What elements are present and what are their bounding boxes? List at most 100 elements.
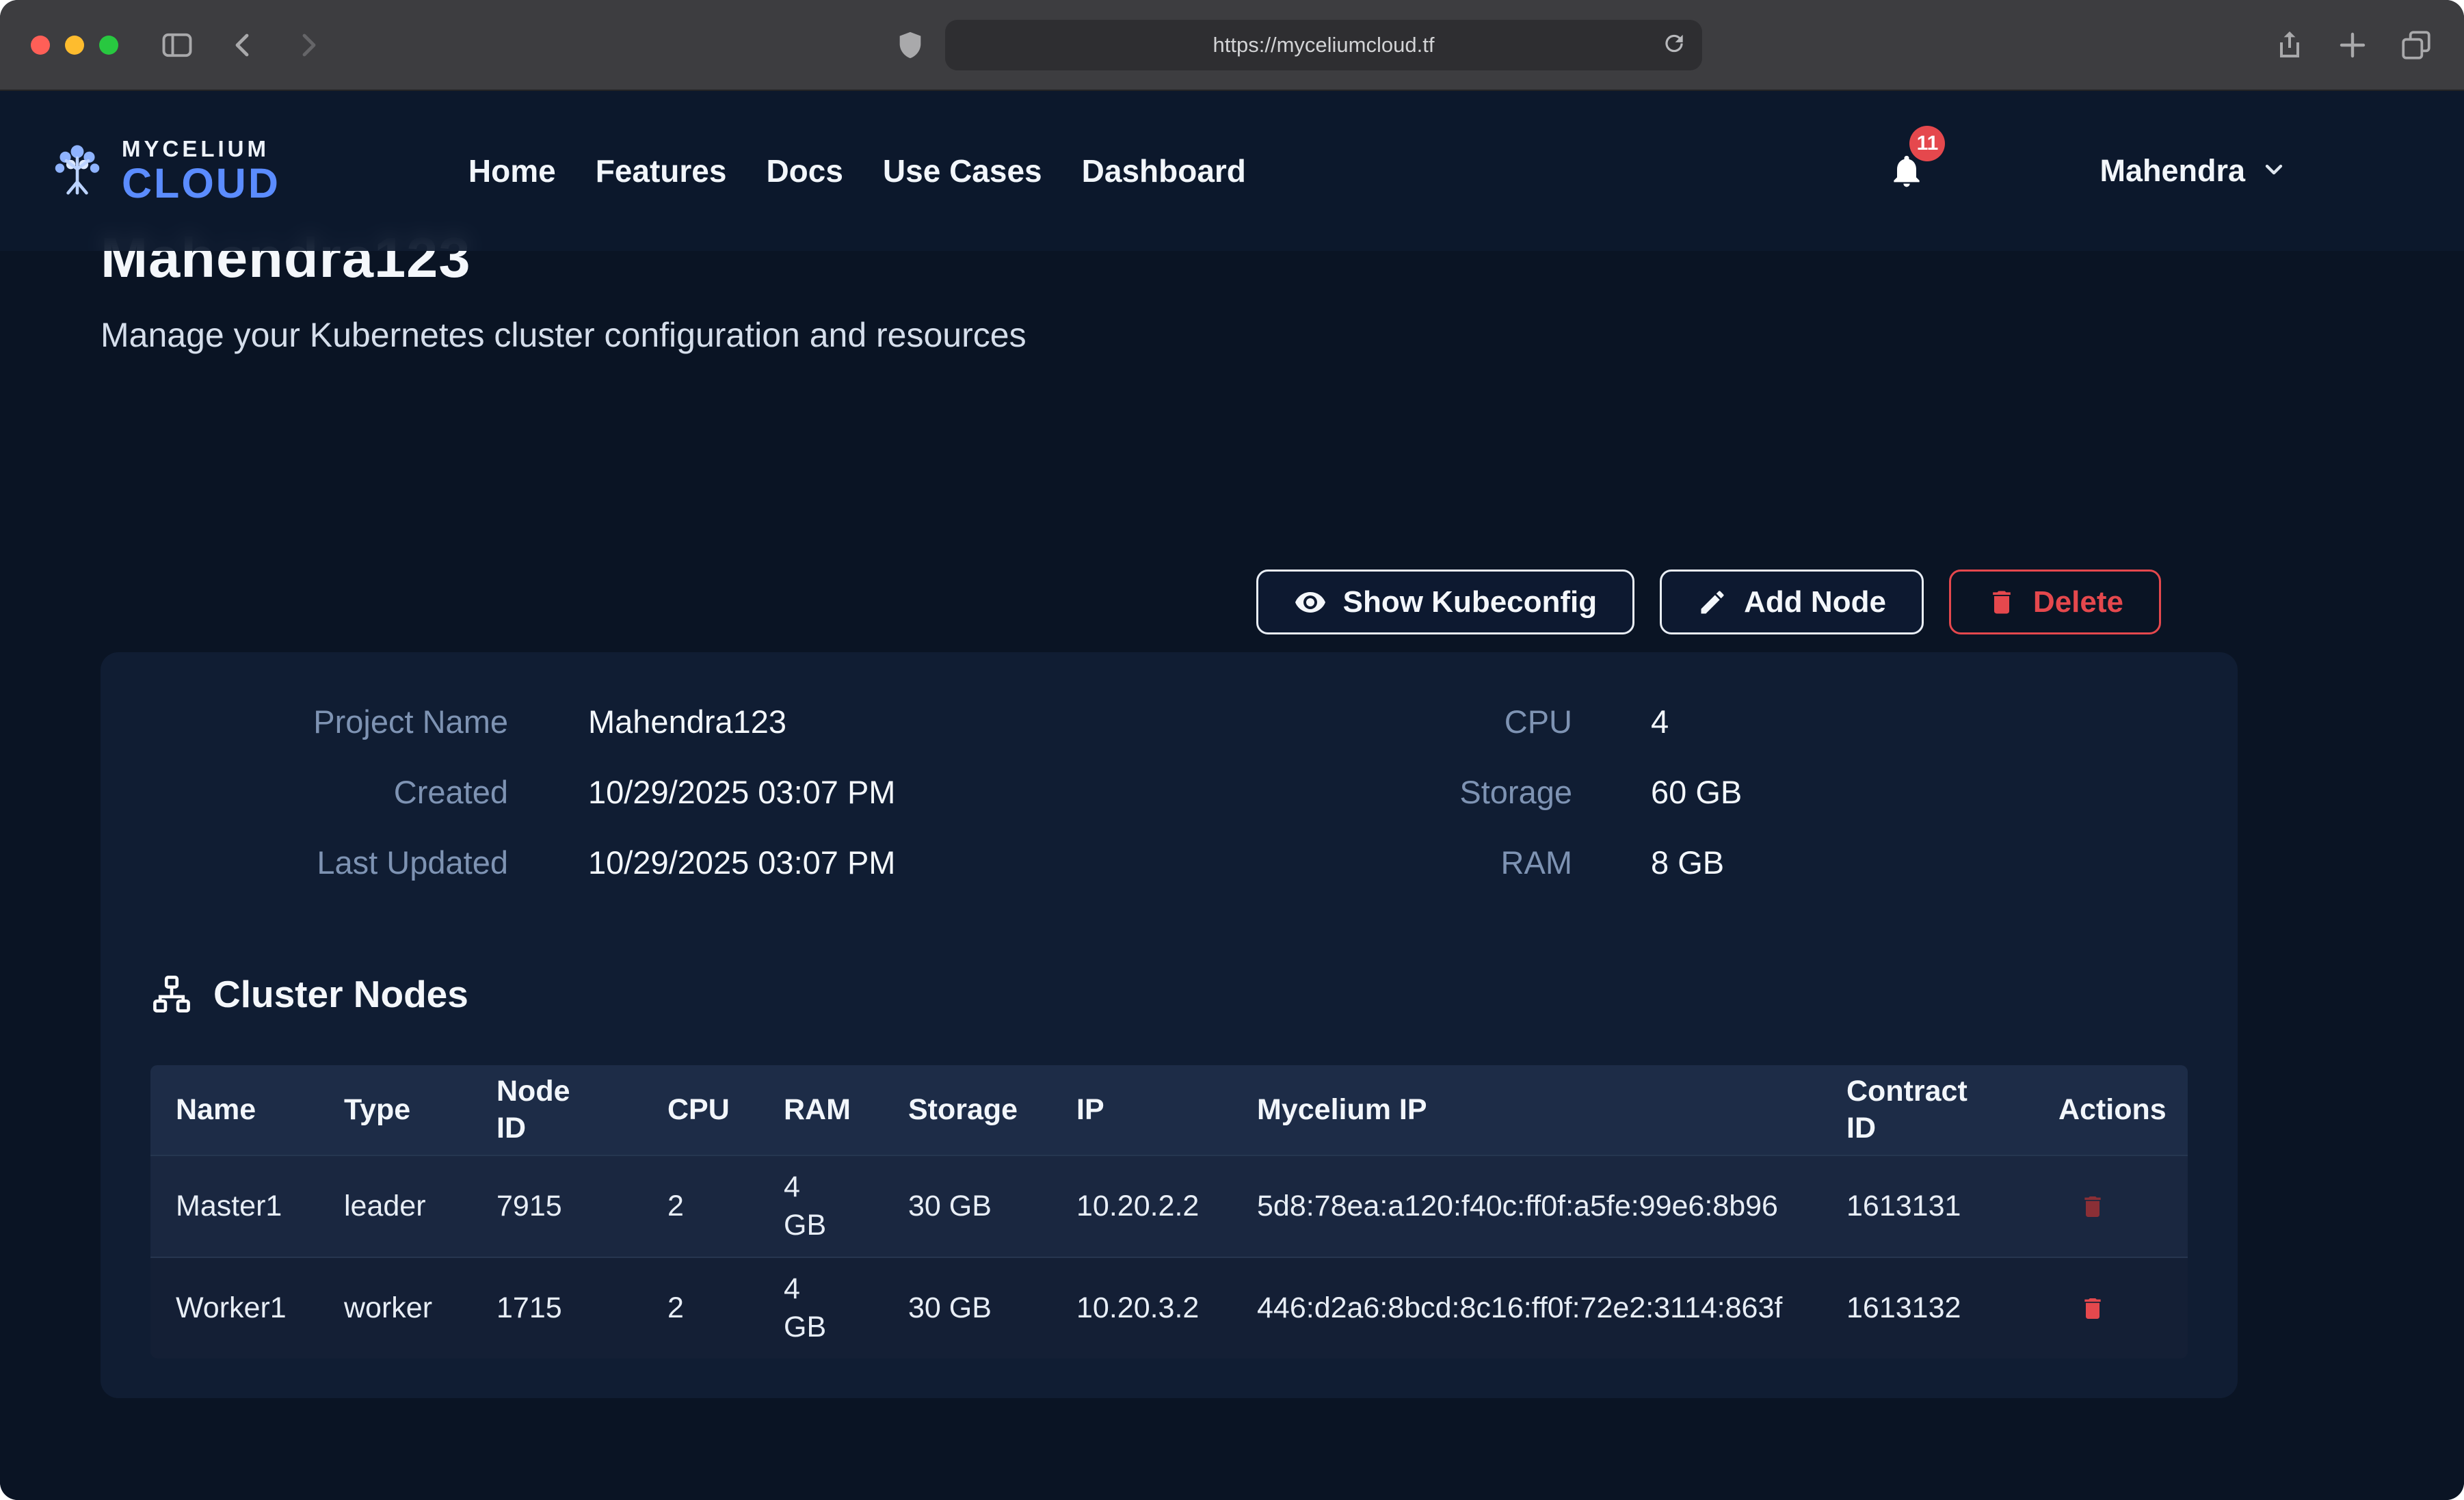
cluster-nodes-heading: Cluster Nodes bbox=[213, 972, 468, 1016]
node-type: worker bbox=[344, 1289, 496, 1328]
storage-label: Storage bbox=[1195, 773, 1572, 811]
logo-line1: MYCELIUM bbox=[122, 137, 280, 160]
storage-value: 60 GB bbox=[1651, 773, 1742, 811]
add-node-label: Add Node bbox=[1744, 585, 1886, 619]
node-type: leader bbox=[344, 1188, 496, 1226]
logo-text: MYCELIUM CLOUD bbox=[122, 137, 280, 204]
tab-overview-icon[interactable] bbox=[2399, 28, 2433, 62]
browser-chrome: https://myceliumcloud.tf bbox=[0, 0, 2464, 91]
nodes-table: Name Type Node ID CPU RAM Storage IP Myc… bbox=[150, 1065, 2188, 1358]
node-contract-id: 1613131 bbox=[1846, 1188, 2058, 1226]
delete-node-button[interactable] bbox=[2079, 1193, 2106, 1220]
node-contract-id: 1613132 bbox=[1846, 1289, 2058, 1328]
reload-icon[interactable] bbox=[1661, 30, 1687, 59]
last-updated-label: Last Updated bbox=[150, 844, 508, 881]
notification-count-badge: 11 bbox=[1909, 126, 1945, 161]
col-header-storage: Storage bbox=[908, 1092, 1076, 1129]
project-name-value: Mahendra123 bbox=[588, 703, 786, 740]
logo-line2: CLOUD bbox=[122, 163, 280, 204]
node-name: Worker1 bbox=[176, 1289, 344, 1328]
notifications-button[interactable]: 11 bbox=[1885, 146, 1929, 196]
delete-cluster-button[interactable]: Delete bbox=[1949, 570, 2161, 634]
nodes-table-header: Name Type Node ID CPU RAM Storage IP Myc… bbox=[150, 1065, 2188, 1155]
pencil-icon bbox=[1697, 587, 1727, 617]
cpu-label: CPU bbox=[1195, 703, 1572, 740]
col-header-type: Type bbox=[344, 1092, 496, 1129]
eye-icon bbox=[1294, 586, 1327, 619]
cpu-value: 4 bbox=[1651, 703, 1669, 740]
brand-logo[interactable]: MYCELIUM CLOUD bbox=[48, 137, 280, 204]
info-row-last-updated: Last Updated 10/29/2025 03:07 PM bbox=[150, 827, 895, 898]
delete-label: Delete bbox=[2033, 585, 2123, 619]
info-row-project-name: Project Name Mahendra123 bbox=[150, 686, 895, 757]
node-cpu: 2 bbox=[667, 1188, 784, 1226]
trash-icon bbox=[1987, 587, 2017, 617]
address-bar[interactable]: https://myceliumcloud.tf bbox=[945, 20, 1702, 70]
col-header-ip: IP bbox=[1076, 1092, 1257, 1129]
info-row-ram: RAM 8 GB bbox=[1195, 827, 1742, 898]
col-header-name: Name bbox=[176, 1092, 344, 1129]
node-ram: 4 GB bbox=[784, 1270, 908, 1347]
mycelium-logo-icon bbox=[48, 142, 107, 200]
created-label: Created bbox=[150, 773, 508, 811]
browser-window: https://myceliumcloud.tf Mahendra123 bbox=[0, 0, 2464, 1500]
show-kubeconfig-button[interactable]: Show Kubeconfig bbox=[1256, 570, 1635, 634]
info-row-created: Created 10/29/2025 03:07 PM bbox=[150, 757, 895, 827]
nav-link-features[interactable]: Features bbox=[596, 152, 727, 189]
share-icon[interactable] bbox=[2273, 29, 2306, 62]
col-header-actions: Actions bbox=[2058, 1092, 2188, 1129]
nav-links: Home Features Docs Use Cases Dashboard bbox=[468, 152, 1246, 189]
cluster-info-left: Project Name Mahendra123 Created 10/29/2… bbox=[150, 686, 895, 898]
nav-link-use-cases[interactable]: Use Cases bbox=[883, 152, 1042, 189]
user-menu[interactable]: Mahendra bbox=[2099, 153, 2288, 189]
maximize-window-button[interactable] bbox=[99, 36, 118, 55]
add-node-button[interactable]: Add Node bbox=[1660, 570, 1924, 634]
node-ip: 10.20.2.2 bbox=[1076, 1188, 1257, 1226]
back-button-icon[interactable] bbox=[228, 29, 261, 62]
trash-icon bbox=[2079, 1295, 2106, 1322]
cluster-nodes-header: Cluster Nodes bbox=[150, 972, 468, 1016]
toolbar: Show Kubeconfig Add Node Delete bbox=[101, 570, 2161, 634]
top-navbar: MYCELIUM CLOUD Home Features Docs Use Ca… bbox=[0, 91, 2464, 251]
project-name-label: Project Name bbox=[150, 703, 508, 740]
sidebar-toggle-icon[interactable] bbox=[159, 27, 195, 63]
ram-value: 8 GB bbox=[1651, 844, 1724, 881]
cluster-details-card: Project Name Mahendra123 Created 10/29/2… bbox=[101, 652, 2238, 1398]
new-tab-icon[interactable] bbox=[2336, 29, 2369, 62]
url-text[interactable]: https://myceliumcloud.tf bbox=[1213, 33, 1435, 57]
ram-label: RAM bbox=[1195, 844, 1572, 881]
table-row: Worker1 worker 1715 2 4 GB 30 GB 10.20.3… bbox=[150, 1257, 2188, 1358]
forward-button-icon[interactable] bbox=[291, 29, 323, 62]
node-ram: 4 GB bbox=[784, 1168, 908, 1245]
delete-node-button[interactable] bbox=[2079, 1295, 2106, 1322]
node-storage: 30 GB bbox=[908, 1188, 1076, 1226]
node-actions bbox=[2058, 1193, 2188, 1220]
col-header-cpu: CPU bbox=[667, 1092, 784, 1129]
table-row: Master1 leader 7915 2 4 GB 30 GB 10.20.2… bbox=[150, 1155, 2188, 1257]
col-header-node-id: Node ID bbox=[496, 1073, 667, 1147]
page-content: Mahendra123 bbox=[0, 91, 2464, 1500]
node-mycelium-ip: 446:d2a6:8bcd:8c16:ff0f:72e2:3114:863f bbox=[1257, 1289, 1846, 1328]
traffic-lights bbox=[31, 36, 118, 55]
info-row-storage: Storage 60 GB bbox=[1195, 757, 1742, 827]
created-value: 10/29/2025 03:07 PM bbox=[588, 773, 895, 811]
info-row-cpu: CPU 4 bbox=[1195, 686, 1742, 757]
trash-icon bbox=[2079, 1193, 2106, 1220]
nav-link-dashboard[interactable]: Dashboard bbox=[1082, 152, 1246, 189]
minimize-window-button[interactable] bbox=[65, 36, 84, 55]
close-window-button[interactable] bbox=[31, 36, 50, 55]
node-id: 1715 bbox=[496, 1289, 667, 1328]
node-name: Master1 bbox=[176, 1188, 344, 1226]
node-actions bbox=[2058, 1295, 2188, 1322]
last-updated-value: 10/29/2025 03:07 PM bbox=[588, 844, 895, 881]
node-mycelium-ip: 5d8:78ea:a120:f40c:ff0f:a5fe:99e6:8b96 bbox=[1257, 1188, 1846, 1226]
node-storage: 30 GB bbox=[908, 1289, 1076, 1328]
node-cpu: 2 bbox=[667, 1289, 784, 1328]
nav-link-docs[interactable]: Docs bbox=[766, 152, 843, 189]
user-name: Mahendra bbox=[2099, 153, 2245, 189]
privacy-shield-icon[interactable] bbox=[895, 29, 926, 61]
page-subtitle: Manage your Kubernetes cluster configura… bbox=[101, 315, 1026, 355]
chevron-down-icon bbox=[2260, 156, 2288, 187]
show-kubeconfig-label: Show Kubeconfig bbox=[1343, 585, 1598, 619]
nav-link-home[interactable]: Home bbox=[468, 152, 556, 189]
